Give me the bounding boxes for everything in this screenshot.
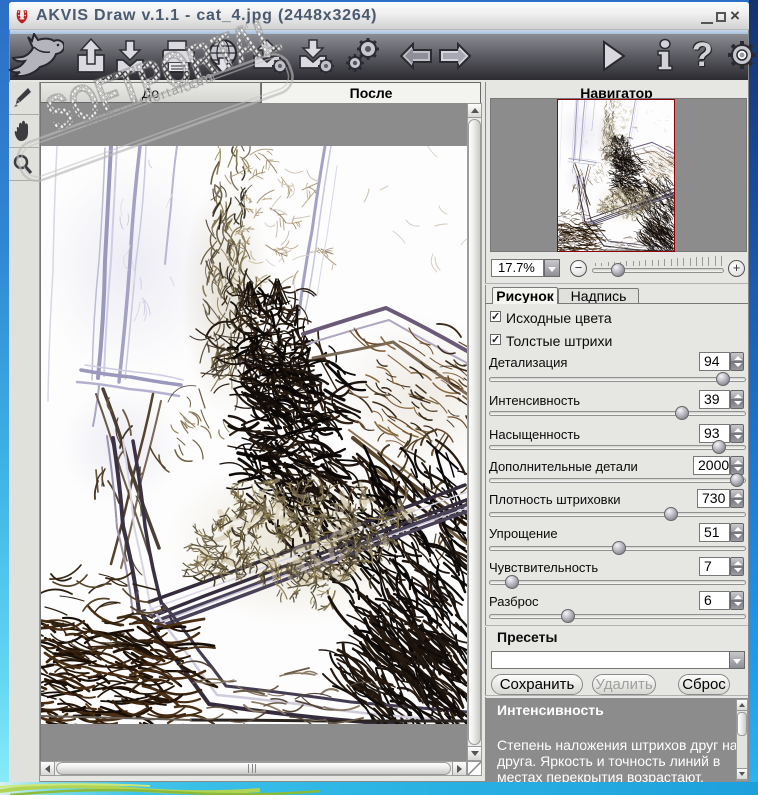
svg-text:SOFTPORTAL: SOFTPORTAL — [39, 6, 288, 142]
